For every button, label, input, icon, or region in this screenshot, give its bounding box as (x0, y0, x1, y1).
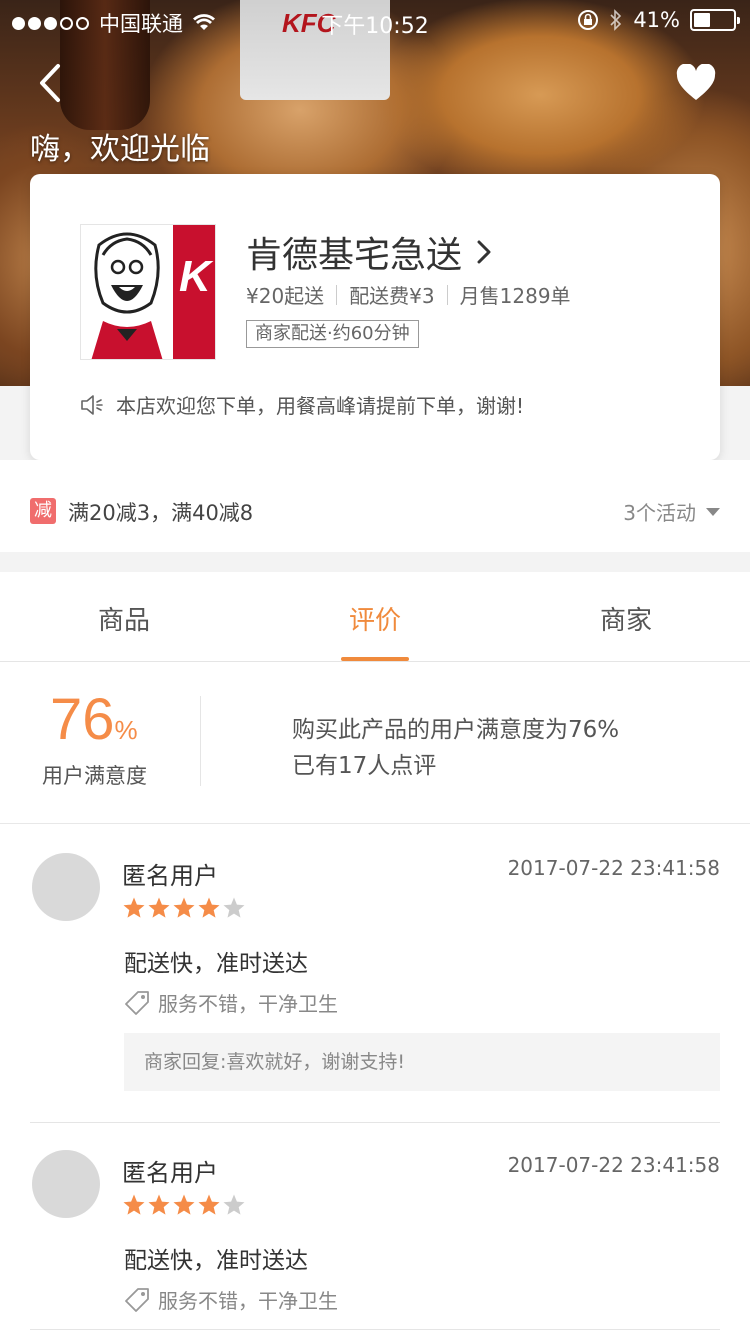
store-name-link[interactable]: 肯德基宅急送 (246, 226, 492, 278)
star-filled-icon (173, 897, 195, 918)
tag-icon (125, 1287, 149, 1312)
satisfaction-percent: 76% (50, 686, 138, 753)
review-username: 匿名用户 (122, 1159, 218, 1187)
active-tab-indicator (341, 657, 409, 661)
review-tags: 服务不错，干净卫生 (124, 988, 338, 1017)
percent-sign: % (114, 715, 138, 745)
satisfaction-description: 购买此产品的用户满意度为76% (292, 717, 620, 743)
divider (30, 1329, 720, 1330)
store-logo: K (80, 224, 216, 360)
merchant-reply: 商家回复:喜欢就好，谢谢支持! (124, 1033, 720, 1091)
star-empty-icon (223, 1194, 245, 1215)
review-tags: 服务不错，干净卫生 (124, 1285, 338, 1314)
store-logo-letter: K (179, 252, 214, 301)
satisfaction-value: 76 (50, 687, 115, 752)
review-stars (122, 896, 246, 920)
star-filled-icon (123, 897, 145, 918)
review-tags-text: 服务不错，干净卫生 (158, 992, 338, 1016)
tab-products[interactable]: 商品 (24, 600, 224, 637)
star-filled-icon (198, 1194, 220, 1215)
divider (30, 1122, 720, 1123)
review-tags-text: 服务不错，干净卫生 (158, 1289, 338, 1313)
back-button[interactable] (30, 60, 70, 106)
star-filled-icon (173, 1194, 195, 1215)
tab-merchant[interactable]: 商家 (526, 600, 726, 637)
divider (336, 284, 338, 305)
promotion-row[interactable]: 减 满20减3，满40减8 3个活动 (0, 460, 750, 552)
bluetooth-icon (610, 9, 622, 31)
avatar (32, 1150, 100, 1218)
divider (446, 284, 448, 305)
review-count: 已有17人点评 (292, 753, 437, 779)
min-order: ¥20起送 (246, 284, 325, 308)
star-filled-icon (148, 897, 170, 918)
tab-reviews[interactable]: 评价 (275, 600, 475, 637)
welcome-text: 嗨，欢迎光临 (30, 132, 210, 167)
delivery-fee: 配送费¥3 (349, 284, 435, 308)
store-name: 肯德基宅急送 (246, 235, 463, 276)
review-text: 配送快，准时送达 (124, 951, 308, 977)
avatar (32, 853, 100, 921)
delivery-time-badge: 商家配送·约60分钟 (246, 320, 419, 348)
speaker-icon (81, 394, 103, 415)
promotion-text: 满20减3，满40减8 (68, 501, 254, 525)
chevron-right-icon (477, 240, 491, 264)
star-filled-icon (198, 897, 220, 918)
store-notice-text: 本店欢迎您下单，用餐高峰请提前下单，谢谢! (116, 394, 525, 418)
status-bar: 中国联通 下午10:52 41% (0, 0, 750, 40)
review-time: 2017-07-22 23:41:58 (507, 1153, 720, 1177)
rotation-lock-icon (578, 10, 599, 30)
store-notice: 本店欢迎您下单，用餐高峰请提前下单，谢谢! (80, 390, 524, 419)
promotions-count: 3个活动 (623, 501, 696, 525)
store-card: K 肯德基宅急送 ¥20起送 配送费¥3 月售1289单 商家配送·约60分钟 … (30, 174, 720, 460)
star-filled-icon (148, 1194, 170, 1215)
review-text: 配送快，准时送达 (124, 1248, 308, 1274)
tab-bar: 商品 评价 商家 (0, 572, 750, 662)
battery-icon (690, 9, 740, 31)
divider (200, 696, 201, 786)
satisfaction-label: 用户满意度 (42, 764, 147, 788)
tag-icon (125, 990, 149, 1015)
battery-percent: 41% (633, 8, 680, 32)
store-meta: ¥20起送 配送费¥3 月售1289单 (246, 280, 571, 309)
caret-down-icon (706, 507, 720, 516)
monthly-sales: 月售1289单 (459, 284, 571, 308)
rating-summary: 76% 用户满意度 购买此产品的用户满意度为76% 已有17人点评 (0, 662, 750, 824)
review-list: 匿名用户 2017-07-22 23:41:58 配送快，准时送达 服务不错，干… (0, 824, 750, 1334)
review-username: 匿名用户 (122, 862, 218, 890)
discount-badge: 减 (30, 498, 56, 524)
star-empty-icon (223, 897, 245, 918)
review-time: 2017-07-22 23:41:58 (507, 856, 720, 880)
star-filled-icon (123, 1194, 145, 1215)
favorite-heart-icon[interactable] (676, 64, 716, 102)
review-stars (122, 1193, 246, 1217)
promotions-dropdown[interactable]: 3个活动 (623, 497, 720, 526)
